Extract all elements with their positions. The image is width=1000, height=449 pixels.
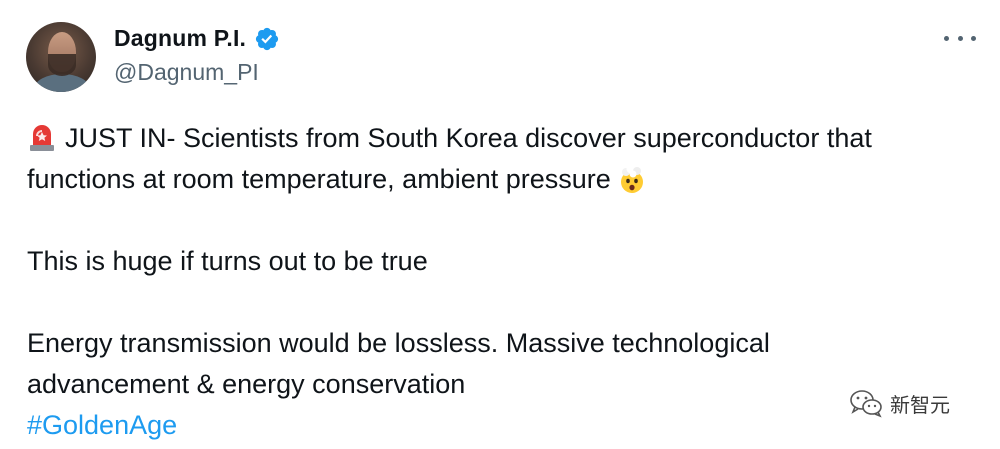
author-display-name[interactable]: Dagnum P.I. — [114, 25, 246, 52]
tweet-line-2: functions at room temperature, ambient p… — [27, 159, 977, 200]
verified-badge-icon — [256, 27, 279, 50]
tweet-text: JUST IN- Scientists from South Korea dis… — [27, 118, 977, 446]
more-dot — [944, 35, 949, 41]
watermark: 新智元 — [848, 388, 950, 418]
tweet-hashtag-line: #GoldenAge — [27, 405, 977, 446]
hashtag-link[interactable]: #GoldenAge — [27, 410, 177, 440]
avatar-shirt — [34, 74, 90, 92]
author-name-row: Dagnum P.I. — [114, 25, 280, 52]
avatar-beard — [48, 54, 76, 76]
tweet-line-3: This is huge if turns out to be true — [27, 246, 428, 276]
more-options-icon[interactable] — [944, 28, 976, 48]
avatar[interactable] — [26, 22, 96, 92]
watermark-text: 新智元 — [890, 392, 950, 417]
more-dot — [971, 35, 976, 41]
wechat-icon — [850, 390, 882, 418]
author-handle[interactable]: @Dagnum_PI — [114, 59, 259, 86]
tweet-line-1-text: JUST IN- Scientists from South Korea dis… — [65, 123, 872, 153]
more-dot — [957, 35, 963, 41]
tweet-card: Dagnum P.I. @Dagnum_PI JUST IN- Scientis… — [0, 0, 1000, 449]
tweet-line-5: advancement & energy conservation — [27, 369, 466, 399]
tweet-line-1: JUST IN- Scientists from South Korea dis… — [27, 118, 977, 159]
police-light-icon — [30, 125, 54, 151]
tweet-line-2-text: functions at room temperature, ambient p… — [27, 164, 611, 194]
exploding-head-emoji-icon — [620, 164, 643, 193]
tweet-line-4: Energy transmission would be lossless. M… — [27, 328, 770, 358]
